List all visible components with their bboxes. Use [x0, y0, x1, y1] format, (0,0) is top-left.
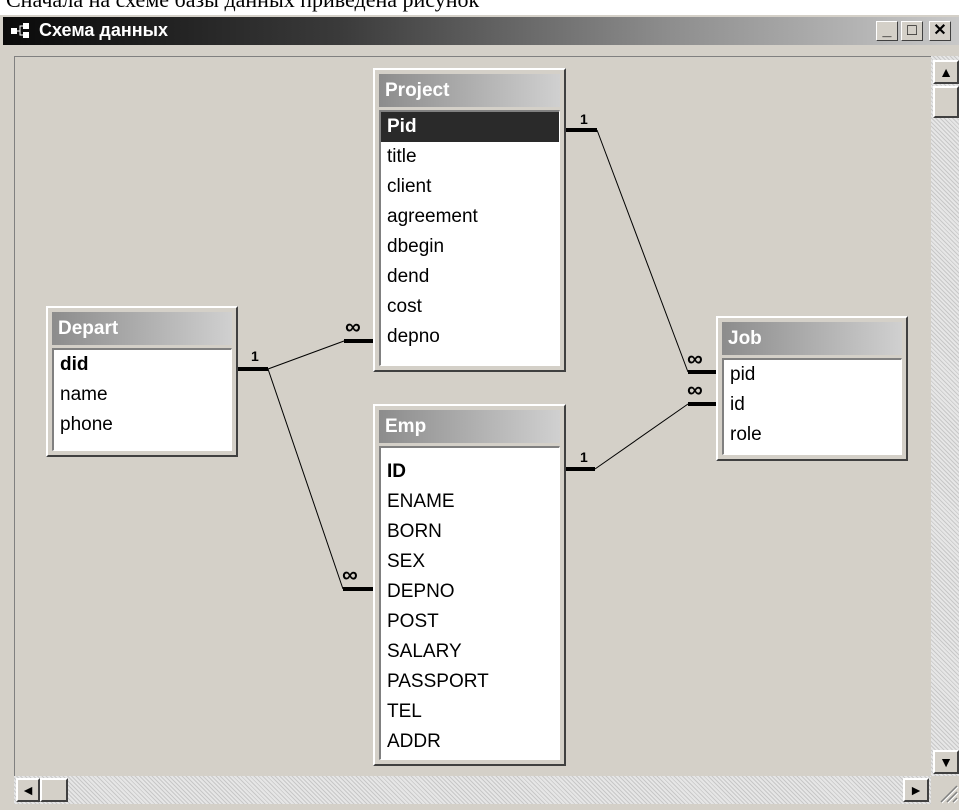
project-many-label: ∞ — [345, 314, 361, 339]
table-project[interactable]: Project Pid title client agreement dbegi… — [373, 68, 566, 372]
field-title[interactable]: title — [381, 142, 559, 172]
field-agreement[interactable]: agreement — [381, 202, 559, 232]
field-pid[interactable]: Pid — [381, 112, 559, 142]
job-many-label-top: ∞ — [687, 346, 703, 371]
depart-one-label: 1 — [251, 348, 259, 364]
table-depart[interactable]: Depart did name phone — [46, 306, 238, 457]
field-phone[interactable]: phone — [54, 410, 231, 440]
table-job-fields: pid id role — [722, 358, 902, 455]
emp-job-line[interactable] — [594, 403, 689, 470]
table-depart-title[interactable]: Depart — [52, 312, 232, 345]
field-role[interactable]: role — [724, 420, 901, 450]
depart-emp-line[interactable] — [267, 368, 344, 590]
field-tel[interactable]: TEL — [381, 697, 559, 727]
field-post[interactable]: POST — [381, 607, 559, 637]
field-dbegin[interactable]: dbegin — [381, 232, 559, 262]
field-sex[interactable]: SEX — [381, 547, 559, 577]
field-addr[interactable]: ADDR — [381, 727, 559, 757]
table-emp-title[interactable]: Emp — [379, 410, 560, 443]
table-project-fields: Pid title client agreement dbegin dend c… — [379, 110, 560, 366]
table-job-title[interactable]: Job — [722, 322, 902, 355]
project-one-label: 1 — [580, 111, 588, 127]
job-many-label-bottom: ∞ — [687, 377, 703, 402]
field-id[interactable]: ID — [381, 457, 559, 487]
table-emp[interactable]: Emp ID ENAME BORN SEX DEPNO POST SALARY … — [373, 404, 566, 766]
emp-one-label: 1 — [580, 449, 588, 465]
field-passport[interactable]: PASSPORT — [381, 667, 559, 697]
table-job[interactable]: Job pid id role — [716, 316, 908, 461]
field-salary[interactable]: SALARY — [381, 637, 559, 667]
field-ename[interactable]: ENAME — [381, 487, 559, 517]
field-depno[interactable]: depno — [381, 322, 559, 352]
emp-many-label: ∞ — [342, 562, 358, 587]
field-id-job[interactable]: id — [724, 390, 901, 420]
table-emp-fields: ID ENAME BORN SEX DEPNO POST SALARY PASS… — [379, 446, 560, 760]
project-job-line[interactable] — [596, 129, 689, 373]
field-pid-job[interactable]: pid — [724, 360, 901, 390]
field-cost[interactable]: cost — [381, 292, 559, 322]
depart-project-line[interactable] — [267, 340, 345, 370]
field-born[interactable]: BORN — [381, 517, 559, 547]
field-dend[interactable]: dend — [381, 262, 559, 292]
table-depart-fields: did name phone — [52, 348, 232, 451]
field-depno-emp[interactable]: DEPNO — [381, 577, 559, 607]
field-name[interactable]: name — [54, 380, 231, 410]
table-project-title[interactable]: Project — [379, 74, 560, 107]
field-client[interactable]: client — [381, 172, 559, 202]
field-did[interactable]: did — [54, 350, 231, 380]
